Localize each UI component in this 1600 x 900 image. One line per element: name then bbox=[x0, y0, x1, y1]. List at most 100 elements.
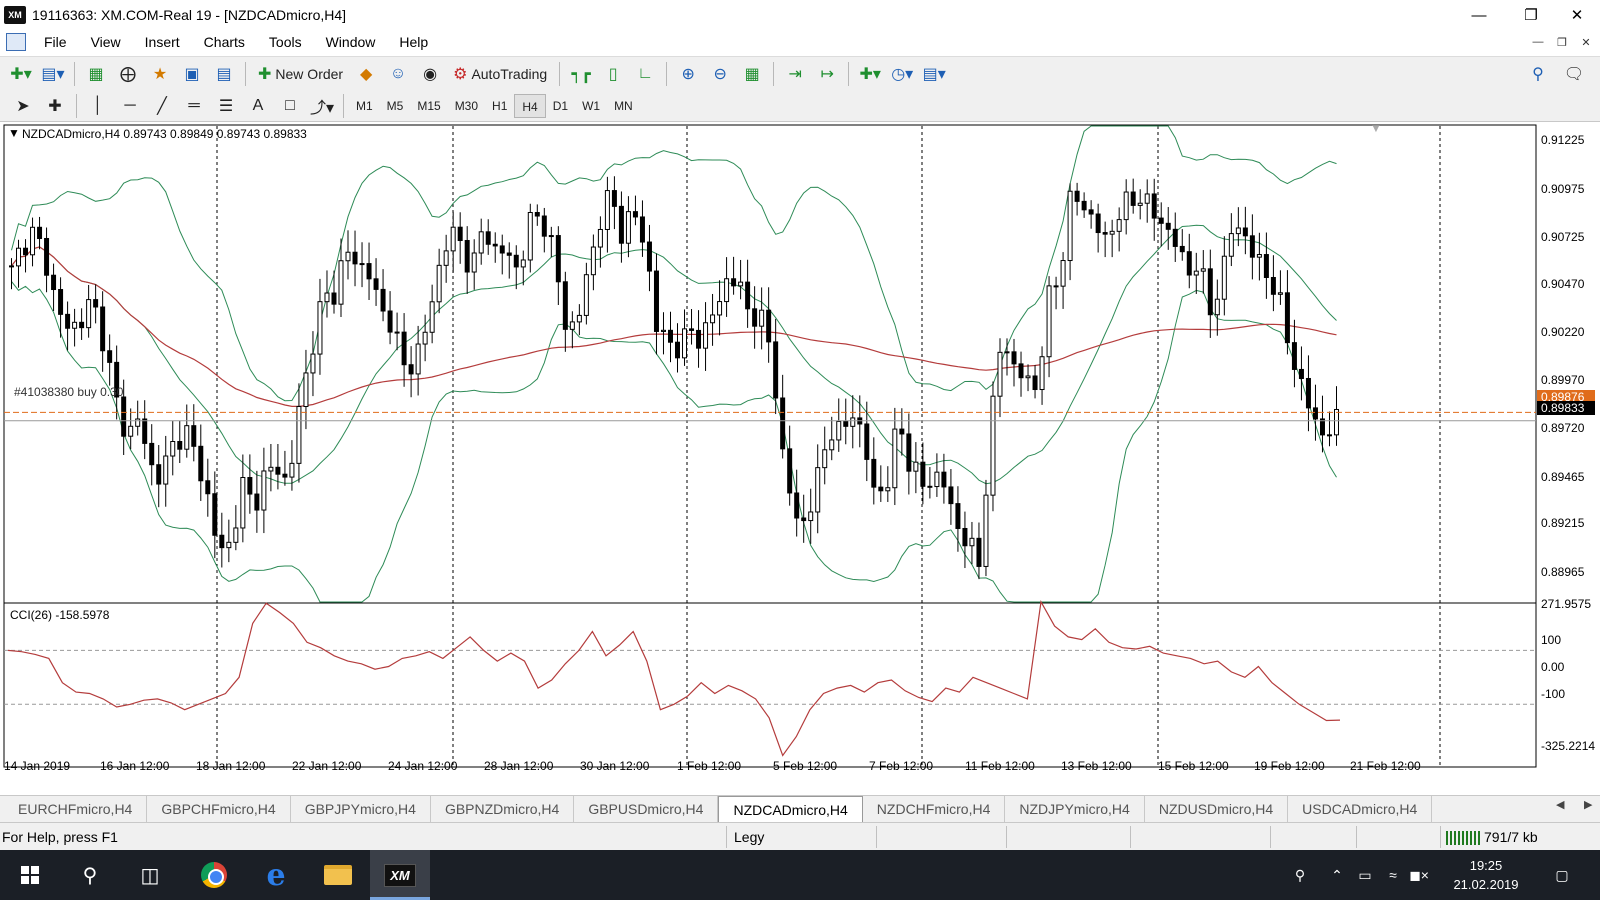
candle-body bbox=[1221, 255, 1227, 300]
timeframe-h1[interactable]: H1 bbox=[485, 94, 514, 118]
equidistant-channel-button[interactable]: ═ bbox=[181, 93, 207, 119]
profiles-button[interactable]: ▤▾ bbox=[40, 61, 66, 87]
chart-minimize-button[interactable]: — bbox=[1526, 30, 1550, 54]
navigator-button[interactable]: ★ bbox=[147, 61, 173, 87]
indicators-button[interactable]: ✚▾ bbox=[857, 61, 883, 87]
timeframe-h4[interactable]: H4 bbox=[514, 93, 546, 118]
timeframe-d1[interactable]: D1 bbox=[546, 94, 575, 118]
periods-button[interactable]: ◷▾ bbox=[889, 61, 915, 87]
timeframe-m1[interactable]: M1 bbox=[349, 94, 380, 118]
tab-nzdusd[interactable]: NZDUSDmicro,H4 bbox=[1145, 796, 1289, 822]
new-chart-button[interactable]: ✚▾ bbox=[8, 61, 34, 87]
candle-body bbox=[675, 341, 681, 359]
explorer-taskbar-button[interactable] bbox=[308, 850, 368, 900]
tab-usdcad[interactable]: USDCADmicro,H4 bbox=[1288, 796, 1433, 822]
tab-gbpchf[interactable]: GBPCHFmicro,H4 bbox=[147, 796, 291, 822]
restore-button[interactable]: ❐ bbox=[1508, 0, 1554, 30]
time-tick: 16 Jan 12:00 bbox=[100, 759, 170, 773]
chart-window-icon[interactable] bbox=[6, 33, 26, 51]
cursor-button[interactable]: ➤ bbox=[10, 93, 36, 119]
chart-shift-icon: ↦ bbox=[820, 65, 834, 83]
upper-band-line bbox=[11, 125, 1337, 402]
people-button[interactable]: ⚲ bbox=[1284, 850, 1316, 900]
close-button[interactable]: ✕ bbox=[1554, 0, 1600, 30]
zoom-in-button[interactable]: ⊕ bbox=[675, 61, 701, 87]
autotrading-button[interactable]: ⚙ AutoTrading bbox=[449, 61, 551, 87]
chat-button[interactable]: 🗨 bbox=[1561, 61, 1587, 87]
trendline-button[interactable]: ╱ bbox=[149, 93, 175, 119]
metaeditor-button[interactable]: ◆ bbox=[353, 61, 379, 87]
time-tick: 28 Jan 12:00 bbox=[484, 759, 554, 773]
menu-help[interactable]: Help bbox=[387, 30, 440, 54]
notifications-button[interactable]: ▢ bbox=[1540, 850, 1584, 900]
line-chart-button[interactable]: ∟ bbox=[632, 61, 658, 87]
candlestick-button[interactable]: ▯ bbox=[600, 61, 626, 87]
candle-body bbox=[1207, 268, 1213, 316]
timeframe-m30[interactable]: M30 bbox=[448, 94, 485, 118]
text-button[interactable]: A bbox=[245, 93, 271, 119]
templates-button[interactable]: ▤▾ bbox=[921, 61, 947, 87]
market-watch-button[interactable]: ▦ bbox=[83, 61, 109, 87]
chart-close-button[interactable]: ✕ bbox=[1574, 30, 1598, 54]
candle-body bbox=[1291, 342, 1297, 370]
cci-label: CCI(26) -158.5978 bbox=[10, 608, 110, 622]
autoscroll-button[interactable]: ⇥ bbox=[782, 61, 808, 87]
edge-taskbar-button[interactable]: e bbox=[246, 850, 306, 900]
menu-file[interactable]: File bbox=[32, 30, 79, 54]
arrows-button[interactable]: ⤴▾ bbox=[309, 93, 335, 119]
tab-nzdcad[interactable]: NZDCADmicro,H4 bbox=[718, 796, 863, 822]
volume-button[interactable]: ◼× bbox=[1406, 850, 1432, 900]
tray-overflow-button[interactable]: ⌃ bbox=[1324, 850, 1350, 900]
terminal-button[interactable]: ▣ bbox=[179, 61, 205, 87]
text-label-button[interactable]: □ bbox=[277, 93, 303, 119]
chart-shift-button[interactable]: ↦ bbox=[814, 61, 840, 87]
tab-gbpjpy[interactable]: GBPJPYmicro,H4 bbox=[291, 796, 431, 822]
timeframe-mn[interactable]: MN bbox=[607, 94, 640, 118]
fibonacci-button[interactable]: ☰ bbox=[213, 93, 239, 119]
timeframe-w1[interactable]: W1 bbox=[575, 94, 607, 118]
signals-button[interactable]: ☺ bbox=[385, 61, 411, 87]
chart-restore-button[interactable]: ❐ bbox=[1550, 30, 1574, 54]
menu-window[interactable]: Window bbox=[314, 30, 388, 54]
timeframe-m5[interactable]: M5 bbox=[380, 94, 411, 118]
tab-scroll-right-icon[interactable]: ▶ bbox=[1584, 798, 1592, 811]
new-order-button[interactable]: ✚ New Order bbox=[254, 61, 347, 87]
search-taskbar-button[interactable]: ⚲ bbox=[60, 850, 120, 900]
horizontal-line-button[interactable]: ─ bbox=[117, 93, 143, 119]
tab-nzdjpy[interactable]: NZDJPYmicro,H4 bbox=[1005, 796, 1145, 822]
crosshair-button[interactable]: ✚ bbox=[42, 93, 68, 119]
vertical-line-button[interactable]: │ bbox=[85, 93, 111, 119]
menu-insert[interactable]: Insert bbox=[133, 30, 192, 54]
xm-taskbar-button[interactable]: XM bbox=[370, 850, 430, 900]
chart-area[interactable]: ▼ NZDCADmicro,H4 0.89743 0.89849 0.89743… bbox=[0, 121, 1600, 790]
candle-body bbox=[1081, 200, 1087, 211]
bar-chart-button[interactable]: ┑┏ bbox=[568, 61, 594, 87]
strategy-tester-button[interactable]: ▤ bbox=[211, 61, 237, 87]
menu-tools[interactable]: Tools bbox=[257, 30, 314, 54]
clock[interactable]: 19:25 21.02.2019 bbox=[1446, 856, 1526, 894]
market-button[interactable]: ◉ bbox=[417, 61, 443, 87]
zoom-out-button[interactable]: ⊖ bbox=[707, 61, 733, 87]
timeframe-m15[interactable]: M15 bbox=[410, 94, 447, 118]
tab-gbpusd[interactable]: GBPUSDmicro,H4 bbox=[574, 796, 719, 822]
tile-windows-button[interactable]: ▦ bbox=[739, 61, 765, 87]
data-window-button[interactable]: ⨁ bbox=[115, 61, 141, 87]
tab-nzdchf[interactable]: NZDCHFmicro,H4 bbox=[863, 796, 1006, 822]
tab-gbpnzd[interactable]: GBPNZDmicro,H4 bbox=[431, 796, 575, 822]
price-chart[interactable]: ▼ NZDCADmicro,H4 0.89743 0.89849 0.89743… bbox=[0, 121, 1600, 790]
chrome-taskbar-button[interactable] bbox=[184, 850, 244, 900]
minimize-button[interactable]: — bbox=[1456, 0, 1502, 30]
task-view-button[interactable]: ◫ bbox=[120, 850, 180, 900]
candle-body bbox=[366, 263, 372, 280]
connection-status[interactable]: 791/7 kb bbox=[1446, 823, 1538, 851]
menu-view[interactable]: View bbox=[79, 30, 133, 54]
menu-charts[interactable]: Charts bbox=[192, 30, 257, 54]
search-button[interactable]: ⚲ bbox=[1525, 61, 1551, 87]
time-tick: 22 Jan 12:00 bbox=[292, 759, 362, 773]
start-button[interactable] bbox=[0, 850, 60, 900]
tab-scroll-left-icon[interactable]: ◀ bbox=[1556, 798, 1564, 811]
battery-button[interactable]: ▭ bbox=[1352, 850, 1378, 900]
tab-eurchf[interactable]: EURCHFmicro,H4 bbox=[4, 796, 148, 822]
candle-body bbox=[121, 396, 127, 437]
network-button[interactable]: ≈ bbox=[1380, 850, 1406, 900]
